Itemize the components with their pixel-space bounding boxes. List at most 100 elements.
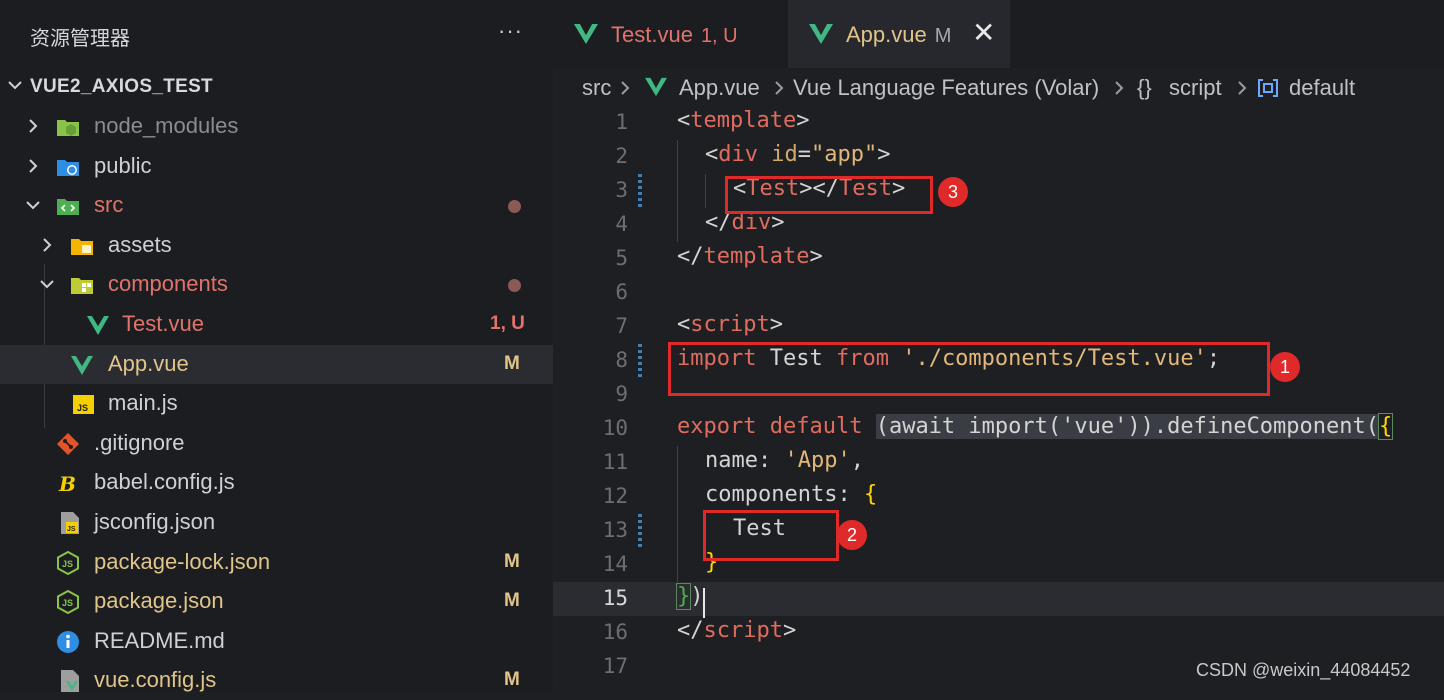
code-line: 5 </template> bbox=[553, 242, 1444, 276]
more-actions-icon[interactable]: ··· bbox=[498, 18, 523, 44]
explorer-sidebar: 资源管理器 ··· VUE2_AXIOS_TEST node_modules p… bbox=[0, 0, 553, 692]
explorer-header: 资源管理器 ··· bbox=[0, 0, 553, 68]
annotation-box-2 bbox=[703, 510, 839, 561]
project-name: VUE2_AXIOS_TEST bbox=[30, 76, 213, 97]
tree-item-label: Test.vue bbox=[122, 311, 204, 336]
tree-item-label: .gitignore bbox=[94, 430, 185, 455]
svg-text:JS: JS bbox=[77, 403, 88, 413]
git-status-badge: M bbox=[504, 669, 520, 690]
line-number: 7 bbox=[615, 314, 628, 338]
chevron-right-icon bbox=[43, 238, 52, 252]
tree-item-vue-config[interactable]: vue.config.js M bbox=[0, 661, 553, 700]
code-line: 13 Test bbox=[553, 514, 1444, 548]
breadcrumb-symbol[interactable]: default bbox=[1289, 75, 1355, 101]
git-status-badge: 1, U bbox=[490, 313, 525, 334]
chevron-right-icon bbox=[775, 81, 784, 95]
tree-item-label: babel.config.js bbox=[94, 469, 235, 494]
tab-app-vue[interactable]: App.vue M ✕ bbox=[788, 0, 1010, 68]
tree-item-label: App.vue bbox=[108, 351, 189, 376]
annotation-badge-2: 2 bbox=[837, 520, 867, 550]
tab-status: 1, U bbox=[700, 25, 738, 47]
nodejs-file-icon: JS bbox=[57, 551, 79, 575]
chevron-right-icon bbox=[29, 119, 38, 133]
project-root[interactable]: VUE2_AXIOS_TEST bbox=[0, 68, 553, 104]
tree-item-jsconfig[interactable]: JS jsconfig.json bbox=[0, 503, 553, 542]
git-status-badge: M bbox=[504, 590, 520, 611]
chevron-down-icon bbox=[8, 81, 22, 90]
tree-item-assets[interactable]: assets bbox=[0, 226, 553, 265]
code-text: </script> bbox=[677, 618, 797, 643]
tree-item-test-vue[interactable]: Test.vue 1, U bbox=[0, 305, 553, 344]
line-number: 13 bbox=[602, 518, 628, 542]
svg-text:JS: JS bbox=[62, 598, 73, 608]
annotation-box-1 bbox=[668, 342, 1270, 396]
tree-item-label: package.json bbox=[94, 588, 224, 613]
code-line: 3 <Test></Test> bbox=[553, 174, 1444, 208]
breadcrumb-src[interactable]: src bbox=[582, 75, 611, 101]
code-line: 4 </div> bbox=[553, 208, 1444, 242]
vue-file-icon bbox=[87, 316, 109, 335]
tab-bar: Test.vue 1, U App.vue M ✕ bbox=[553, 0, 1444, 68]
tree-item-node-modules[interactable]: node_modules bbox=[0, 107, 553, 146]
breadcrumb-script[interactable]: script bbox=[1169, 75, 1222, 101]
line-number: 4 bbox=[615, 212, 628, 236]
annotation-badge-1: 1 bbox=[1270, 352, 1300, 382]
breadcrumb-file[interactable]: App.vue bbox=[679, 75, 760, 101]
folder-src-icon bbox=[57, 199, 79, 215]
code-editor[interactable]: 1 <template> 2 <div id="app"> 3 <Test></… bbox=[553, 106, 1444, 692]
modified-dot bbox=[508, 200, 521, 213]
module-symbol-icon bbox=[1258, 79, 1278, 97]
breadcrumb-language[interactable]: Vue Language Features (Volar) bbox=[793, 75, 1099, 101]
code-text: <script> bbox=[677, 312, 783, 337]
code-line: 2 <div id="app"> bbox=[553, 140, 1444, 174]
tree-item-label: public bbox=[94, 153, 152, 178]
babel-file-icon: B bbox=[58, 472, 76, 495]
line-number: 9 bbox=[615, 382, 628, 406]
code-line: 14 } bbox=[553, 548, 1444, 582]
git-status-badge: M bbox=[504, 353, 520, 374]
code-line: 6 bbox=[553, 276, 1444, 310]
tab-test-vue[interactable]: Test.vue 1, U bbox=[553, 0, 786, 68]
tree-item-babel-config[interactable]: B babel.config.js bbox=[0, 463, 553, 502]
git-file-icon bbox=[57, 433, 79, 455]
svg-text:JS: JS bbox=[62, 559, 73, 569]
tree-item-components[interactable]: components bbox=[0, 265, 553, 304]
code-line: 16 </script> bbox=[553, 616, 1444, 650]
tree-item-main-js[interactable]: JS main.js bbox=[0, 384, 553, 423]
svg-text:B: B bbox=[58, 472, 76, 495]
line-number: 14 bbox=[602, 552, 628, 576]
tree-item-package-json[interactable]: JS package.json M bbox=[0, 582, 553, 621]
line-number: 2 bbox=[615, 144, 628, 168]
tree-item-public[interactable]: public bbox=[0, 147, 553, 186]
watermark: CSDN @weixin_44084452 bbox=[1196, 660, 1411, 680]
gutter-modified-marker bbox=[638, 514, 642, 548]
line-number: 10 bbox=[602, 416, 628, 440]
code-line-current: 15 }) bbox=[553, 582, 1444, 616]
tree-item-src[interactable]: src bbox=[0, 186, 553, 225]
line-number: 6 bbox=[615, 280, 628, 304]
tree-item-label: vue.config.js bbox=[94, 667, 217, 692]
svg-text:JS: JS bbox=[67, 526, 76, 533]
vue-config-file-icon bbox=[61, 670, 79, 692]
annotation-badge-3: 3 bbox=[938, 177, 968, 207]
tab-label: Test.vue 1, U bbox=[611, 22, 738, 47]
git-status-badge: M bbox=[504, 551, 520, 572]
tree-item-app-vue[interactable]: App.vue M bbox=[0, 345, 553, 384]
tree-item-gitignore[interactable]: .gitignore bbox=[0, 424, 553, 463]
modified-dot bbox=[508, 279, 521, 292]
code-line: 11 name: 'App', bbox=[553, 446, 1444, 480]
chevron-right-icon bbox=[1238, 81, 1247, 95]
tree-item-readme[interactable]: README.md bbox=[0, 622, 553, 661]
tree-item-label: main.js bbox=[108, 390, 178, 415]
vue-file-icon bbox=[574, 24, 598, 44]
tree-item-package-lock[interactable]: JS package-lock.json M bbox=[0, 543, 553, 582]
chevron-down-icon bbox=[40, 280, 54, 289]
close-icon[interactable]: ✕ bbox=[972, 16, 995, 49]
folder-assets-icon bbox=[71, 239, 93, 255]
text-cursor bbox=[703, 588, 705, 618]
tree-item-label: components bbox=[108, 271, 228, 296]
braces-icon: {} bbox=[1137, 75, 1152, 100]
line-number: 17 bbox=[602, 654, 628, 678]
code-line: 12 components: { bbox=[553, 480, 1444, 514]
folder-public-icon bbox=[57, 160, 79, 176]
